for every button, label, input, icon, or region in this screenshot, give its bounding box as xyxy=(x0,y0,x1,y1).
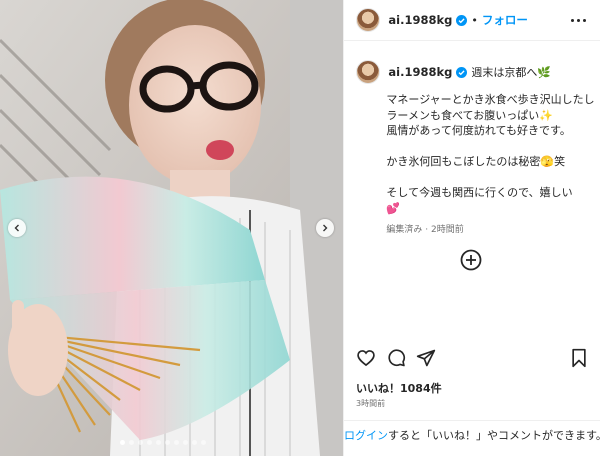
carousel-next-button[interactable] xyxy=(316,219,334,237)
bookmark-icon[interactable] xyxy=(570,348,588,372)
heart-icon[interactable] xyxy=(356,348,376,372)
carousel-dot xyxy=(183,440,188,445)
carousel-dot xyxy=(138,440,143,445)
add-circle-icon[interactable] xyxy=(460,249,482,275)
carousel-dot xyxy=(156,440,161,445)
verified-badge-icon xyxy=(456,14,468,26)
like-count[interactable]: いいね！1084件 xyxy=(356,380,442,396)
chevron-left-icon xyxy=(14,224,19,232)
caption-body: マネージャーとかき氷食べ歩き沢山したし ラーメンも食べてお腹いっぱい✨ 風情があ… xyxy=(386,93,595,215)
follow-button[interactable]: フォロー xyxy=(482,12,528,28)
carousel-dot xyxy=(192,440,197,445)
login-prompt-text: すると「いいね！」やコメントができます。 xyxy=(388,429,600,442)
photo-image xyxy=(0,0,344,456)
comment-icon[interactable] xyxy=(386,348,406,372)
header-separator: • xyxy=(471,13,478,27)
post-photo[interactable] xyxy=(0,0,344,456)
carousel-indicator xyxy=(120,440,206,445)
caption-meta: 編集済み · 2時間前 xyxy=(386,225,464,235)
caption-title: 週末は京都へ🌿 xyxy=(471,66,552,79)
share-icon[interactable] xyxy=(416,348,436,372)
login-prompt: ログインすると「いいね！」やコメントができます。 xyxy=(344,420,600,457)
post-actions xyxy=(344,346,600,372)
caption-avatar[interactable] xyxy=(356,60,381,84)
header-username[interactable]: ai.1988kg xyxy=(388,13,452,27)
caption-username[interactable]: ai.1988kg xyxy=(388,65,452,79)
verified-badge-icon xyxy=(456,66,468,78)
carousel-dot xyxy=(201,440,206,445)
carousel-prev-button[interactable] xyxy=(8,219,26,237)
carousel-dot xyxy=(147,440,152,445)
post-header: ai.1988kg • フォロー xyxy=(344,0,600,41)
more-options-icon[interactable] xyxy=(567,15,590,26)
post-timestamp: 3時間前 xyxy=(356,399,386,408)
caption: ai.1988kg 週末は京都へ🌿 マネージャーとかき氷食べ歩き沢山したし ラー… xyxy=(356,60,596,235)
carousel-dot xyxy=(165,440,170,445)
carousel-dot xyxy=(174,440,179,445)
avatar[interactable] xyxy=(356,8,381,32)
carousel-dot xyxy=(120,440,125,445)
login-link[interactable]: ログイン xyxy=(344,429,388,442)
chevron-right-icon xyxy=(323,224,328,232)
carousel-dot xyxy=(129,440,134,445)
instagram-post: ai.1988kg • フォロー ai.1988kg 週末は京都へ🌿 マネージャ… xyxy=(0,0,600,456)
